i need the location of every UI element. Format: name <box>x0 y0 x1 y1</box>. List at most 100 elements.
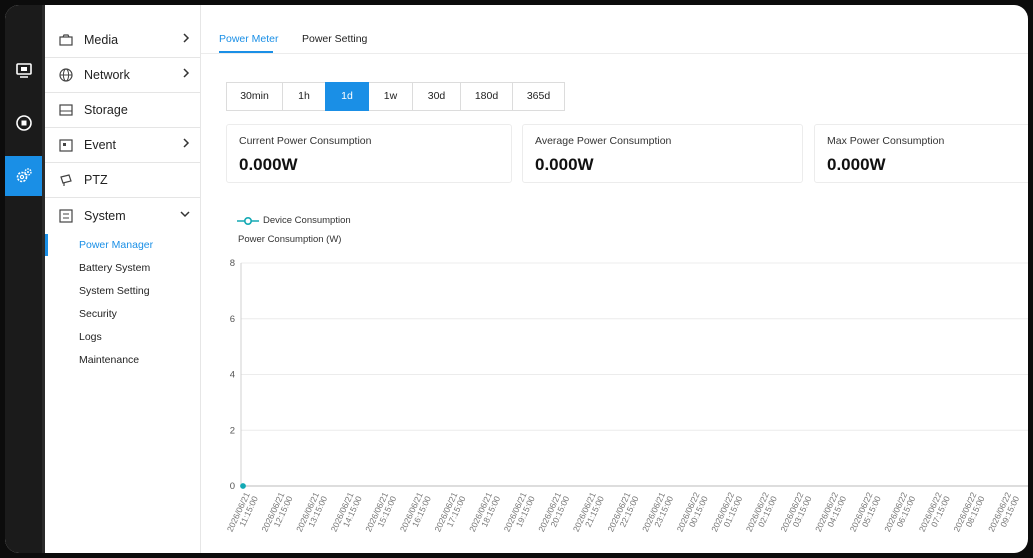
range-180d-button[interactable]: 180d <box>460 82 513 111</box>
power-consumption-chart: 0 2 4 6 8 2026/06/2111:15:00 2026/06/2112:15:0… <box>225 258 1028 537</box>
x-tick-text: 2026/06/2116:15:00 <box>398 490 433 537</box>
x-tick-label: 2026/06/2200:15:00 <box>675 490 710 533</box>
x-tick-text: 2026/06/2122:15:00 <box>605 490 640 537</box>
current-power-card: Current Power Consumption 0.000W <box>226 124 512 183</box>
card-value: 0.000W <box>535 155 594 174</box>
x-tick-text: 2026/06/2204:15:00 <box>813 490 848 537</box>
x-tick-label: 2026/06/2201:15:00 <box>709 490 744 537</box>
x-tick-text: 2026/06/2111:15:00 <box>225 490 260 537</box>
playback-button[interactable] <box>5 103 42 143</box>
sidebar-item-system[interactable]: System <box>45 198 200 233</box>
sidebar-item-ptz[interactable]: PTZ <box>45 162 200 198</box>
chevron-right-icon <box>181 137 191 152</box>
submenu-item-battery-system[interactable]: Battery System <box>45 257 200 279</box>
range-30min-button[interactable]: 30min <box>226 82 283 111</box>
icon-rail <box>5 5 42 553</box>
x-tick-label: 2026/06/2113:15:00 <box>294 490 329 537</box>
y-tick-label: 4 <box>230 370 235 381</box>
sidebar-item-label: Storage <box>84 102 128 117</box>
chevron-down-icon <box>179 208 191 223</box>
x-tick-text: 2026/06/2203:15:00 <box>778 490 813 537</box>
x-tick-text: 2026/06/2117:15:00 <box>432 490 467 537</box>
submenu-item-logs[interactable]: Logs <box>45 326 200 348</box>
x-tick-label: 2026/06/2122:15:00 <box>605 490 640 537</box>
x-tick-text: 2026/06/2123:15:00 <box>640 490 675 537</box>
ptz-icon <box>58 172 74 188</box>
event-icon <box>58 137 74 153</box>
x-tick-label: 2026/06/2203:15:00 <box>778 490 813 537</box>
x-tick-label: 2026/06/2119:15:00 <box>502 490 537 537</box>
monitor-icon <box>15 63 32 78</box>
submenu-item-security[interactable]: Security <box>45 303 200 325</box>
sidebar-item-event[interactable]: Event <box>45 127 200 163</box>
sidebar-item-storage[interactable]: Storage <box>45 92 200 128</box>
x-tick-text: 2026/06/2120:15:00 <box>536 490 571 537</box>
x-tick-text: 2026/06/2121:15:00 <box>571 490 606 537</box>
range-1h-button[interactable]: 1h <box>282 82 326 111</box>
x-tick-label: 2026/06/2121:15:00 <box>571 490 606 537</box>
x-tick-label: 2026/06/2117:15:00 <box>432 490 467 537</box>
legend-label: Device Consumption <box>263 215 351 226</box>
x-tick-label: 2026/06/2204:15:00 <box>813 490 848 537</box>
range-1w-button[interactable]: 1w <box>368 82 413 111</box>
x-tick-label: 2026/06/2120:15:00 <box>536 490 571 537</box>
sidebar-item-label: Media <box>84 32 119 47</box>
submenu-item-maintenance[interactable]: Maintenance <box>45 349 200 371</box>
chevron-right-icon <box>181 32 191 47</box>
x-tick-text: 2026/06/2207:15:00 <box>917 490 952 537</box>
x-tick-label: 2026/06/2202:15:00 <box>744 490 779 537</box>
y-tick-label: 6 <box>230 314 235 325</box>
live-view-button[interactable] <box>5 51 42 91</box>
x-tick-text: 2026/06/2209:15:00 <box>986 490 1021 537</box>
card-value: 0.000W <box>239 155 298 174</box>
range-365d-button[interactable]: 365d <box>512 82 565 111</box>
card-label: Average Power Consumption <box>535 135 672 147</box>
x-tick-label: 2026/06/2116:15:00 <box>398 490 433 537</box>
x-tick-text: 2026/06/2112:15:00 <box>259 490 294 537</box>
x-tick-text: 2026/06/2118:15:00 <box>467 490 502 537</box>
sidebar-item-label: System <box>84 208 126 223</box>
range-30d-button[interactable]: 30d <box>412 82 461 111</box>
card-value: 0.000W <box>827 155 886 174</box>
x-tick-label: 2026/06/2115:15:00 <box>363 490 398 533</box>
time-range-selector: 30min 1h 1d 1w 30d 180d 365d <box>226 82 565 111</box>
sidebar-item-label: PTZ <box>84 172 108 187</box>
sidebar: Media Network Storage Event PTZ System P… <box>45 5 201 553</box>
sidebar-item-label: Network <box>84 67 130 82</box>
x-tick-text: 2026/06/2119:15:00 <box>502 490 537 537</box>
x-tick-label: 2026/06/2112:15:00 <box>259 490 294 537</box>
playback-icon <box>15 115 32 131</box>
x-tick-label: 2026/06/2206:15:00 <box>882 490 917 537</box>
y-tick-label: 2 <box>230 425 235 436</box>
sidebar-item-label: Event <box>84 137 116 152</box>
storage-icon <box>58 102 74 118</box>
x-tick-text: 2026/06/2205:15:00 <box>848 490 883 537</box>
submenu-item-power-manager[interactable]: Power Manager <box>45 234 200 256</box>
data-point <box>240 483 246 489</box>
x-tick-label: 2026/06/2209:15:00 <box>986 490 1021 537</box>
card-label: Max Power Consumption <box>827 135 945 147</box>
x-tick-text: 2026/06/2202:15:00 <box>744 490 779 537</box>
y-tick-label: 8 <box>230 258 235 269</box>
x-tick-label: 2026/06/2114:15:00 <box>329 490 364 537</box>
x-tick-label: 2026/06/2208:15:00 <box>951 490 986 533</box>
range-1d-button[interactable]: 1d <box>325 82 369 111</box>
sidebar-item-media[interactable]: Media <box>45 22 200 58</box>
tab-power-meter[interactable]: Power Meter <box>219 33 279 45</box>
settings-button[interactable] <box>5 156 42 196</box>
x-tick-text: 2026/06/2206:15:00 <box>882 490 917 537</box>
tab-power-setting[interactable]: Power Setting <box>302 33 367 45</box>
card-label: Current Power Consumption <box>239 135 372 147</box>
x-tick-label: 2026/06/2205:15:00 <box>848 490 883 537</box>
globe-icon <box>58 67 74 83</box>
submenu-item-system-setting[interactable]: System Setting <box>45 280 200 302</box>
chart-legend[interactable]: Device Consumption <box>237 215 351 226</box>
x-tick-text: 2026/06/2201:15:00 <box>709 490 744 537</box>
sidebar-item-network[interactable]: Network <box>45 57 200 93</box>
x-tick-label: 2026/06/2207:15:00 <box>917 490 952 537</box>
y-axis-label: Power Consumption (W) <box>238 234 342 245</box>
x-tick-label: 2026/06/2123:15:00 <box>640 490 675 537</box>
x-tick-text: 2026/06/2113:15:00 <box>294 490 329 537</box>
app-window: Media Network Storage Event PTZ System P… <box>5 5 1028 553</box>
x-tick-text: 2026/06/2114:15:00 <box>329 490 364 537</box>
